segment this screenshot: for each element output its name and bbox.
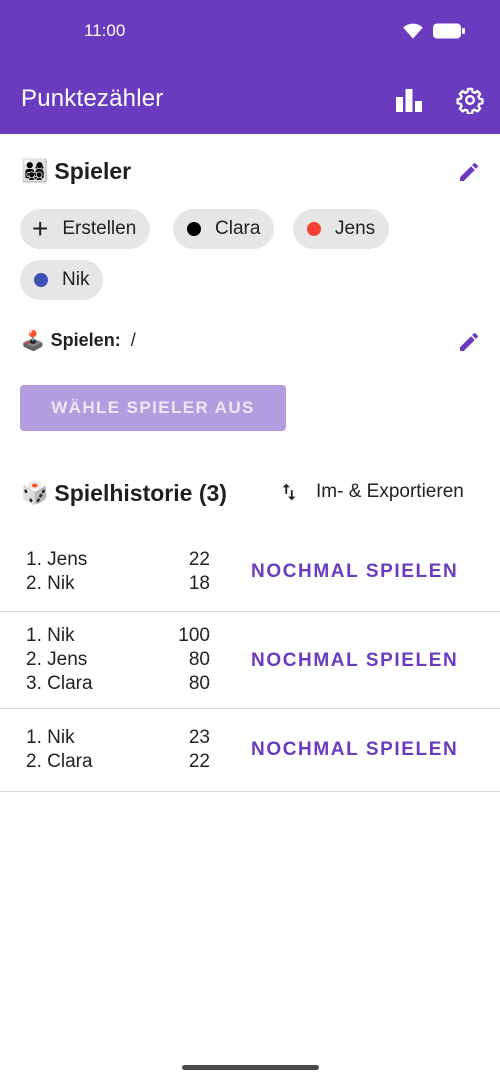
import-export-button[interactable]: Im- & Exportieren: [278, 481, 464, 503]
result-list: 1. Nik 23 2. Clara 22: [26, 726, 210, 774]
result-score: 22: [188, 751, 210, 772]
play-value: /: [130, 330, 136, 350]
result-entry: 1. Nik 100: [26, 624, 210, 648]
edit-players-button[interactable]: [455, 158, 483, 186]
pencil-icon: [460, 332, 479, 351]
joystick-icon: 🕹️: [21, 330, 45, 352]
select-players-button[interactable]: WÄHLE SPIELER AUS: [20, 385, 286, 431]
status-time: 11:00: [84, 21, 126, 40]
result-entry: 2. Nik 18: [26, 572, 210, 596]
result-rank: 3. Clara: [26, 673, 93, 694]
home-indicator[interactable]: [182, 1065, 319, 1070]
player-color-dot: [187, 222, 201, 236]
play-again-button[interactable]: NOCHMAL SPIELEN: [251, 561, 458, 583]
player-chip-nik[interactable]: Nik: [20, 260, 104, 300]
player-color-dot: [34, 273, 48, 287]
result-rank: 1. Nik: [26, 727, 75, 748]
wifi-icon: [403, 23, 423, 39]
result-rank: 1. Jens: [26, 549, 88, 570]
result-rank: 2. Nik: [26, 573, 75, 594]
result-score: 80: [188, 673, 210, 694]
create-player-label: Erstellen: [62, 218, 137, 239]
result-score: 100: [178, 625, 210, 646]
player-name: Jens: [335, 218, 376, 239]
page-title: Punktezähler: [21, 85, 164, 112]
result-entry: 3. Clara 80: [26, 672, 210, 696]
status-icons: [402, 22, 466, 40]
result-score: 22: [188, 549, 210, 570]
bar-chart-icon: [396, 89, 422, 112]
result-list: 1. Nik 100 2. Jens 80 3. Clara 80: [26, 624, 210, 696]
result-rank: 1. Nik: [26, 625, 75, 646]
family-icon: 👨‍👩‍👧‍👦: [21, 159, 49, 184]
history-title: Spielhistorie (3): [54, 480, 227, 506]
gear-icon: [456, 87, 484, 114]
result-list: 1. Jens 22 2. Nik 18: [26, 548, 210, 596]
result-score: 23: [188, 727, 210, 748]
result-rank: 2. Clara: [26, 751, 93, 772]
plus-icon: +: [32, 213, 49, 244]
dice-icon: 🎲: [21, 481, 49, 506]
result-rank: 2. Jens: [26, 649, 88, 670]
result-entry: 2. Clara 22: [26, 750, 210, 774]
history-row: 1. Nik 100 2. Jens 80 3. Clara 80 NOCHMA…: [0, 612, 500, 709]
play-again-button[interactable]: NOCHMAL SPIELEN: [251, 739, 458, 761]
result-score: 18: [188, 573, 210, 594]
result-entry: 1. Jens 22: [26, 548, 210, 572]
app-bar: 11:00 Punktezähler: [0, 0, 500, 134]
players-heading: 👨‍👩‍👧‍👦 Spieler: [21, 158, 131, 185]
history-heading: 🎲 Spielhistorie (3): [21, 480, 227, 507]
player-name: Nik: [62, 269, 90, 290]
stats-button[interactable]: [393, 84, 425, 116]
player-color-dot: [307, 222, 321, 236]
result-entry: 2. Jens 80: [26, 648, 210, 672]
create-player-chip[interactable]: + Erstellen: [20, 209, 151, 249]
players-title: Spieler: [54, 158, 132, 184]
player-chip-jens[interactable]: Jens: [293, 209, 390, 249]
play-label: Spielen:: [50, 330, 121, 350]
result-score: 80: [188, 649, 210, 670]
player-chip-clara[interactable]: Clara: [173, 209, 275, 249]
play-row: 🕹️ Spielen: /: [21, 329, 136, 352]
play-again-button[interactable]: NOCHMAL SPIELEN: [251, 650, 458, 672]
player-name: Clara: [215, 218, 261, 239]
history-list: 1. Jens 22 2. Nik 18 NOCHMAL SPIELEN 1. …: [0, 538, 500, 792]
import-export-label: Im- & Exportieren: [316, 481, 464, 502]
battery-icon: [433, 23, 465, 39]
result-entry: 1. Nik 23: [26, 726, 210, 750]
swap-vertical-icon: [282, 483, 296, 501]
settings-button[interactable]: [454, 84, 486, 116]
history-row: 1. Nik 23 2. Clara 22 NOCHMAL SPIELEN: [0, 709, 500, 792]
pencil-icon: [460, 162, 479, 181]
history-row: 1. Jens 22 2. Nik 18 NOCHMAL SPIELEN: [0, 538, 500, 612]
edit-play-button[interactable]: [455, 328, 483, 356]
